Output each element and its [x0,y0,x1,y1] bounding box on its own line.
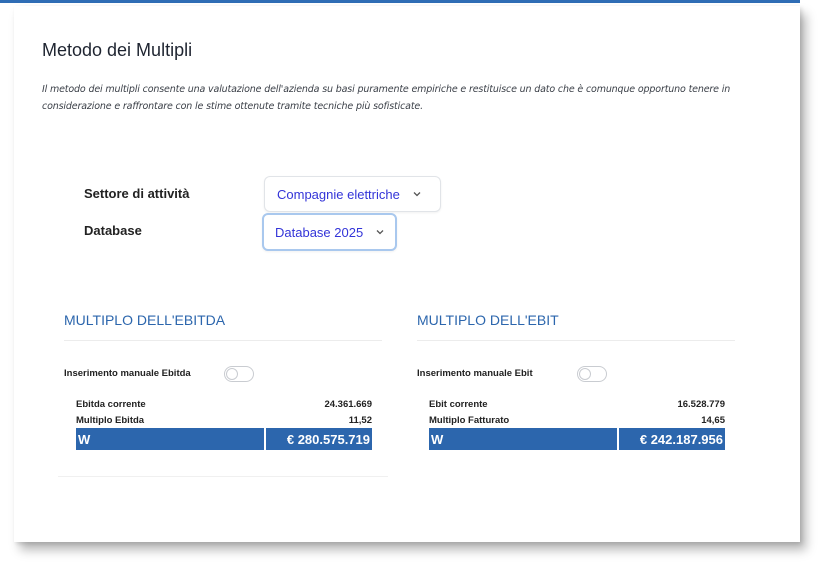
ebit-total-label: W [429,428,617,450]
ebitda-multiple-label: Multiplo Ebitda [76,415,145,426]
sector-label: Settore di attività [84,186,190,201]
top-accent-bar [0,0,800,3]
ebitda-manual-toggle[interactable] [224,366,254,382]
toggle-knob [579,368,591,380]
ebitda-current-label: Ebitda corrente [76,399,146,410]
page-title: Metodo dei Multipli [42,40,193,60]
chevron-down-icon [375,226,387,238]
ebit-manual-toggle[interactable] [577,366,607,382]
ebitda-current-value: 24.361.669 [324,399,372,410]
ebit-multiple-value: 14,65 [701,415,725,426]
ebit-total-row: W € 242.187.956 [429,428,725,450]
ebitda-section-divider [58,476,388,477]
database-label: Database [84,223,142,238]
ebit-toggle-row: Inserimento manuale Ebit [417,368,533,379]
content-card: Metodo dei Multipli Il metodo dei multip… [14,6,800,542]
ebit-multiple-label: Multiplo Fatturato [429,415,510,426]
ebit-multiple-row: Multiplo Fatturato 14,65 [429,415,725,426]
ebitda-section: MULTIPLO DELL'EBITDA Inserimento manuale… [58,312,388,477]
ebitda-current-row: Ebitda corrente 24.361.669 [76,399,372,410]
page-description: Il metodo dei multipli consente una valu… [42,84,731,112]
ebitda-total-label: W [76,428,264,450]
sector-select-value: Compagnie elettriche [277,186,400,202]
ebit-current-value: 16.528.779 [677,399,725,410]
ebitda-toggle-row: Inserimento manuale Ebitda [64,368,191,379]
ebitda-total-value: € 280.575.719 [266,428,372,450]
database-select[interactable]: Database 2025 [262,213,397,251]
ebitda-section-title: MULTIPLO DELL'EBITDA [64,312,382,341]
ebit-section: MULTIPLO DELL'EBIT Inserimento manuale E… [417,312,735,450]
ebit-current-row: Ebit corrente 16.528.779 [429,399,725,410]
ebitda-toggle-label: Inserimento manuale Ebitda [64,368,191,379]
chevron-down-icon [412,188,424,200]
ebitda-total-row: W € 280.575.719 [76,428,372,450]
ebit-current-label: Ebit corrente [429,399,488,410]
database-select-value: Database 2025 [275,224,364,240]
sector-select[interactable]: Compagnie elettriche [264,176,441,212]
toggle-knob [226,368,238,380]
ebitda-multiple-value: 11,52 [348,415,372,426]
ebit-section-title: MULTIPLO DELL'EBIT [417,312,735,341]
ebitda-multiple-row: Multiplo Ebitda 11,52 [76,415,372,426]
ebit-toggle-label: Inserimento manuale Ebit [417,368,533,379]
ebit-total-value: € 242.187.956 [619,428,725,450]
